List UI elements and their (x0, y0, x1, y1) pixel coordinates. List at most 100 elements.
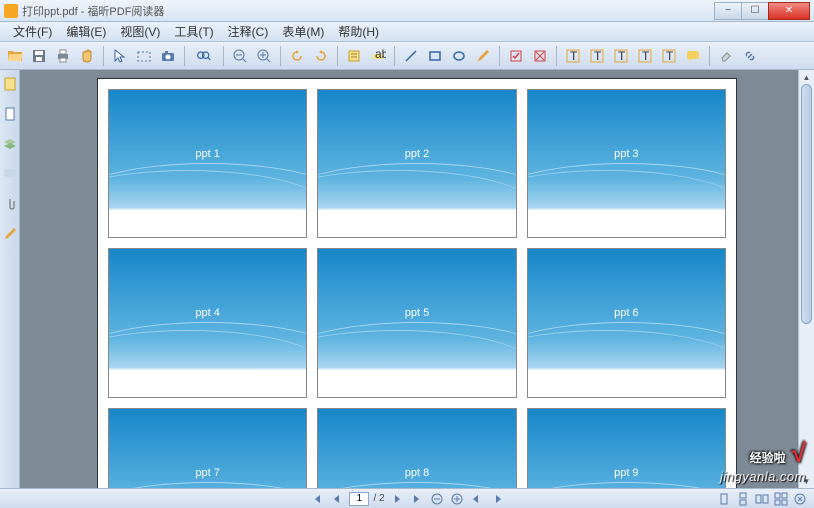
save-button[interactable] (28, 45, 50, 67)
status-bar: / 2 (0, 488, 814, 508)
find-button[interactable] (190, 45, 218, 67)
open-button[interactable] (4, 45, 26, 67)
svg-text:T: T (594, 49, 602, 63)
page-number-input[interactable] (349, 492, 369, 506)
text-tool-4[interactable]: T (634, 45, 656, 67)
slide-thumbnail: ppt 2 (317, 89, 516, 238)
camera-button[interactable] (157, 45, 179, 67)
text-tool-2[interactable]: T (586, 45, 608, 67)
rectangle-tool-button[interactable] (424, 45, 446, 67)
toolbar: ab T T T T T (0, 42, 814, 70)
layers-panel-icon[interactable] (2, 136, 18, 152)
zoom-in-button[interactable] (253, 45, 275, 67)
checkbox-tool-button[interactable] (505, 45, 527, 67)
continuous-view-button[interactable] (735, 491, 751, 507)
app-icon (4, 4, 18, 18)
pencil-tool-button[interactable] (472, 45, 494, 67)
menu-help[interactable]: 帮助(H) (331, 21, 386, 42)
slide-thumbnail: ppt 9 (527, 408, 726, 488)
comment-button[interactable] (682, 45, 704, 67)
slide-label: ppt 6 (614, 307, 638, 319)
single-page-view-button[interactable] (716, 491, 732, 507)
prev-page-button[interactable] (329, 491, 345, 507)
slide-label: ppt 8 (405, 467, 429, 479)
separator (223, 46, 224, 66)
menu-tools[interactable]: 工具(T) (167, 21, 220, 42)
separator (184, 46, 185, 66)
continuous-facing-view-button[interactable] (773, 491, 789, 507)
separator (280, 46, 281, 66)
attachment-panel-icon[interactable] (2, 196, 18, 212)
signature-panel-icon[interactable] (2, 226, 18, 242)
menu-comment[interactable]: 注释(C) (221, 21, 276, 42)
slide-label: ppt 3 (614, 148, 638, 160)
slide-label: ppt 5 (405, 307, 429, 319)
separator (709, 46, 710, 66)
page-total: / 2 (373, 493, 384, 504)
pdf-page-1: ppt 1ppt 2ppt 3ppt 4ppt 5ppt 6ppt 7ppt 8… (97, 78, 737, 488)
first-page-button[interactable] (309, 491, 325, 507)
separator (556, 46, 557, 66)
zoom-in-status-button[interactable] (449, 491, 465, 507)
slide-thumbnail: ppt 4 (108, 248, 307, 397)
menu-view[interactable]: 视图(V) (113, 21, 167, 42)
ellipse-tool-button[interactable] (448, 45, 470, 67)
main-area: ppt 1ppt 2ppt 3ppt 4ppt 5ppt 6ppt 7ppt 8… (0, 70, 814, 488)
separator (337, 46, 338, 66)
facing-view-button[interactable] (754, 491, 770, 507)
link-button[interactable] (739, 45, 761, 67)
window-title: 打印ppt.pdf - 福昕PDF阅读器 (22, 3, 715, 19)
last-page-button[interactable] (409, 491, 425, 507)
pages-panel-icon[interactable] (2, 106, 18, 122)
nav-back-button[interactable] (469, 491, 485, 507)
select-tool-button[interactable] (109, 45, 131, 67)
print-button[interactable] (52, 45, 74, 67)
maximize-button[interactable]: ☐ (741, 2, 769, 20)
rotate-right-button[interactable] (310, 45, 332, 67)
text-tool-1[interactable]: T (562, 45, 584, 67)
bookmark-panel-icon[interactable] (2, 76, 18, 92)
fullscreen-button[interactable] (792, 491, 808, 507)
zoom-out-button[interactable] (229, 45, 251, 67)
next-page-button[interactable] (389, 491, 405, 507)
vertical-scrollbar[interactable]: ▲ ▼ (798, 70, 814, 488)
scroll-thumb[interactable] (801, 84, 812, 324)
menu-file[interactable]: 文件(F) (6, 21, 59, 42)
menu-form[interactable]: 表单(M) (275, 21, 331, 42)
eraser-button[interactable] (715, 45, 737, 67)
text-tool-5[interactable]: T (658, 45, 680, 67)
slide-thumbnail: ppt 8 (317, 408, 516, 488)
svg-text:T: T (570, 49, 578, 63)
zoom-out-status-button[interactable] (429, 491, 445, 507)
document-viewport[interactable]: ppt 1ppt 2ppt 3ppt 4ppt 5ppt 6ppt 7ppt 8… (20, 70, 814, 488)
note-button[interactable] (343, 45, 365, 67)
slide-label: ppt 1 (195, 148, 219, 160)
svg-text:T: T (642, 49, 650, 63)
menu-edit[interactable]: 编辑(E) (59, 21, 113, 42)
slide-thumbnail: ppt 1 (108, 89, 307, 238)
rotate-left-button[interactable] (286, 45, 308, 67)
comments-panel-icon[interactable] (2, 166, 18, 182)
window-controls: − ☐ ✕ (715, 2, 810, 20)
svg-text:ab: ab (375, 48, 386, 61)
slide-label: ppt 9 (614, 467, 638, 479)
menu-bar: 文件(F) 编辑(E) 视图(V) 工具(T) 注释(C) 表单(M) 帮助(H… (0, 22, 814, 42)
scroll-down-arrow[interactable]: ▼ (799, 474, 814, 488)
highlight-button[interactable]: ab (367, 45, 389, 67)
separator (394, 46, 395, 66)
slide-thumbnail: ppt 3 (527, 89, 726, 238)
text-tool-3[interactable]: T (610, 45, 632, 67)
scroll-up-arrow[interactable]: ▲ (799, 70, 814, 84)
slide-label: ppt 2 (405, 148, 429, 160)
nav-forward-button[interactable] (489, 491, 505, 507)
sidebar (0, 70, 20, 488)
close-button[interactable]: ✕ (768, 2, 810, 20)
minimize-button[interactable]: − (714, 2, 742, 20)
view-mode-controls (716, 491, 808, 507)
stamp-tool-button[interactable] (529, 45, 551, 67)
title-bar: 打印ppt.pdf - 福昕PDF阅读器 − ☐ ✕ (0, 0, 814, 22)
snapshot-button[interactable] (133, 45, 155, 67)
hand-tool-button[interactable] (76, 45, 98, 67)
separator (499, 46, 500, 66)
line-tool-button[interactable] (400, 45, 422, 67)
